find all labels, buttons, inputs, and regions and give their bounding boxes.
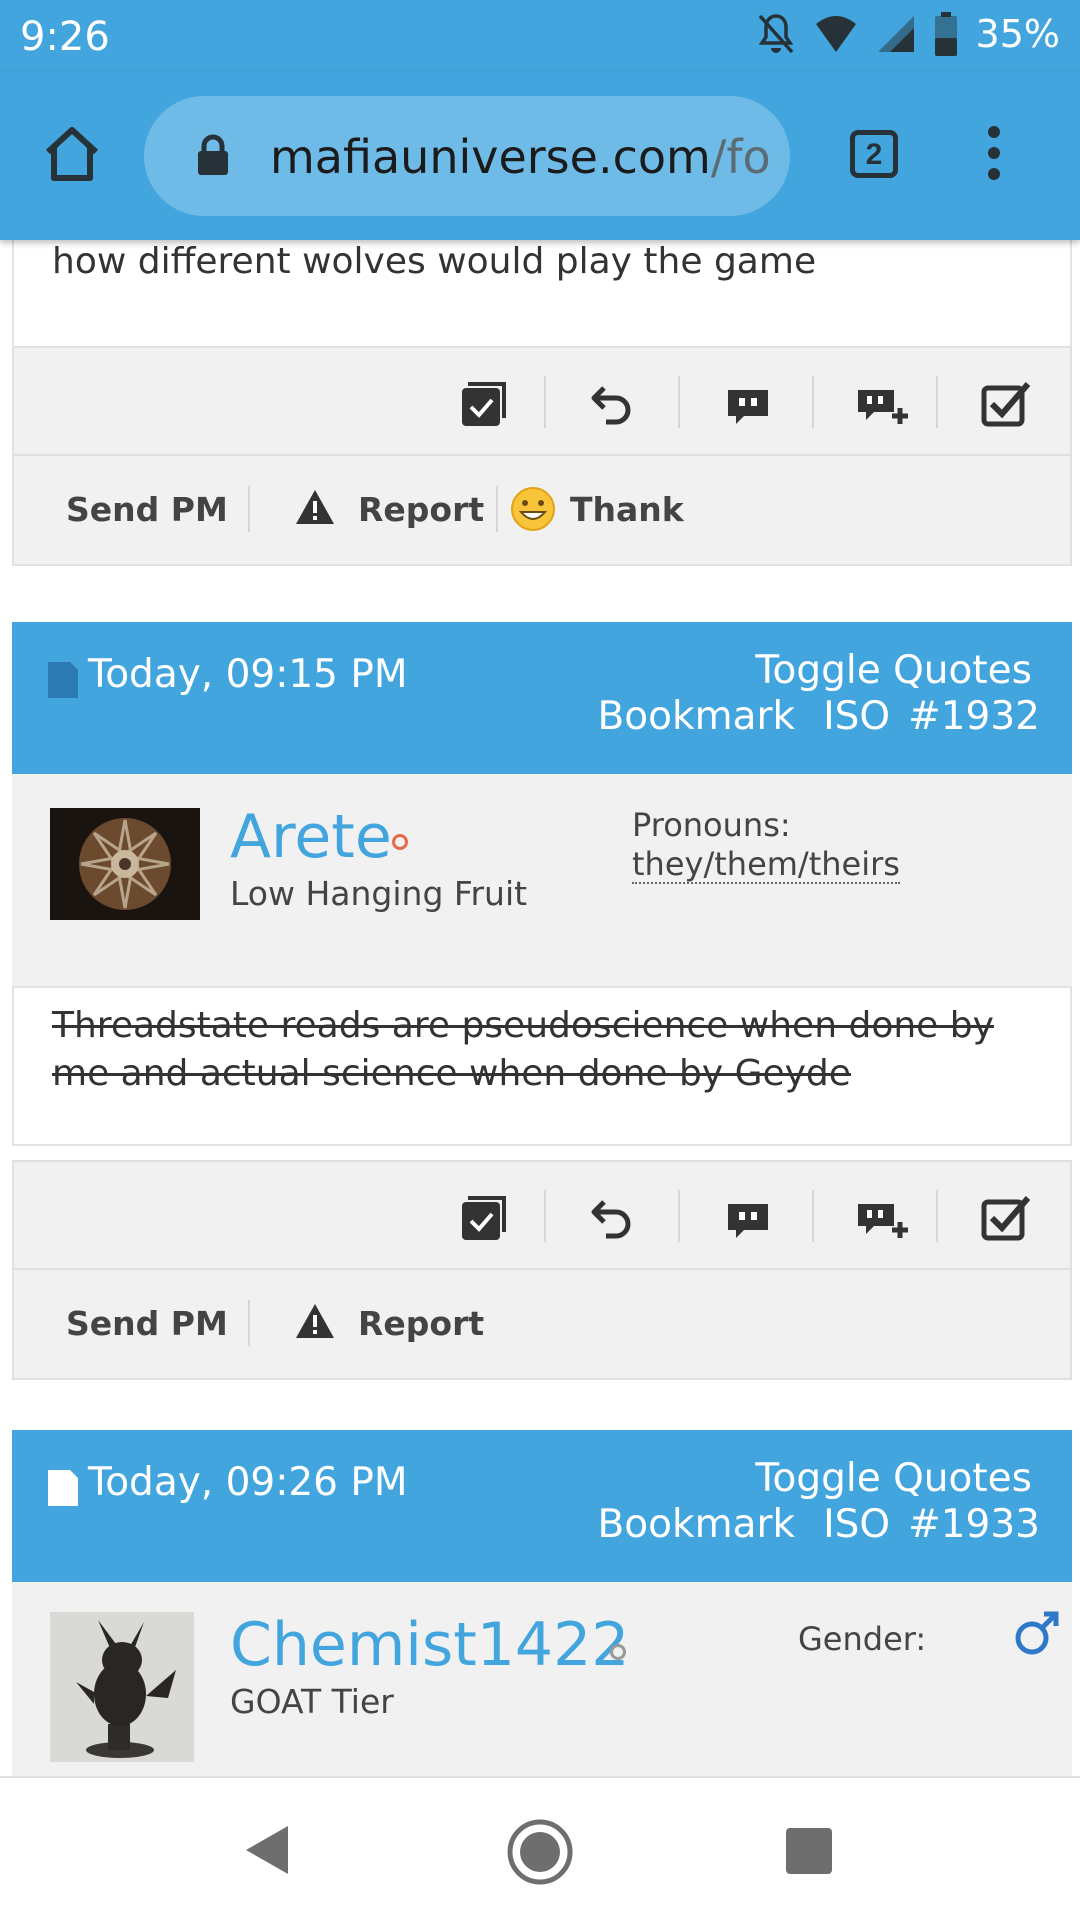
- url-domain: mafiauniverse.com: [270, 130, 711, 184]
- thank-smiley-icon: [511, 487, 555, 531]
- cell-signal-icon: [877, 16, 914, 52]
- home-button[interactable]: [40, 122, 104, 186]
- post-footer: Send PM Report: [12, 1270, 1072, 1380]
- post-unread-document-icon: [48, 1470, 78, 1506]
- thank-button[interactable]: Thank: [570, 490, 684, 529]
- multi-quote-add-icon[interactable]: [856, 378, 908, 430]
- post-body: how different wolves would play the game: [12, 240, 1072, 348]
- multi-quote-checked-icon[interactable]: [458, 378, 510, 430]
- male-symbol-icon: [1015, 1611, 1059, 1655]
- lock-icon: [198, 134, 228, 175]
- post-number-link[interactable]: #1932: [908, 694, 1040, 739]
- offline-status-icon: [392, 834, 408, 850]
- post-links: Bookmark ISO #1933: [570, 1502, 1040, 1547]
- report-button[interactable]: Report: [358, 490, 484, 529]
- battery-level: 35%: [975, 12, 1060, 56]
- clock: 9:26: [20, 14, 110, 60]
- post-text: how different wolves would play the game: [52, 241, 817, 282]
- post-number-link[interactable]: #1933: [908, 1502, 1040, 1547]
- quote-icon[interactable]: [722, 1192, 774, 1244]
- home-nav-icon[interactable]: [506, 1818, 574, 1886]
- quote-icon[interactable]: [722, 378, 774, 430]
- reply-icon[interactable]: [586, 378, 638, 430]
- status-icons: 35%: [756, 12, 1060, 56]
- post-read-document-icon: [48, 662, 78, 698]
- battery-icon: [934, 12, 957, 56]
- bookmark-link[interactable]: Bookmark: [598, 1502, 796, 1547]
- post-text-line-1: Threadstate reads are pseudoscience when…: [52, 1005, 994, 1046]
- post-date: Today, 09:26 PM: [88, 1460, 408, 1505]
- offline-status-icon: [610, 1644, 626, 1660]
- url-path: /foru: [710, 130, 770, 184]
- post-date: Today, 09:15 PM: [88, 652, 408, 697]
- warning-icon: [296, 1304, 334, 1338]
- post-actions: [12, 346, 1072, 456]
- gender-label: Gender:: [798, 1620, 927, 1658]
- overflow-menu-button[interactable]: [988, 126, 1002, 186]
- user-title: Low Hanging Fruit: [230, 874, 528, 913]
- user-title: GOAT Tier: [230, 1682, 394, 1721]
- status-bar: 9:26 35%: [0, 0, 1080, 72]
- system-nav-bar: [0, 1776, 1080, 1922]
- tab-switcher-button[interactable]: 2: [850, 130, 898, 178]
- iso-link[interactable]: ISO: [823, 694, 890, 739]
- report-button[interactable]: Report: [358, 1304, 484, 1343]
- send-pm-button[interactable]: Send PM: [66, 1304, 228, 1343]
- notifications-off-icon: [758, 14, 793, 54]
- select-post-checkbox-icon[interactable]: [980, 378, 1032, 430]
- select-post-checkbox-icon[interactable]: [980, 1192, 1032, 1244]
- multi-quote-checked-icon[interactable]: [458, 1192, 510, 1244]
- back-icon[interactable]: [244, 1824, 290, 1876]
- post-actions: [12, 1160, 1072, 1270]
- wifi-icon: [815, 16, 856, 52]
- warning-icon: [296, 490, 334, 524]
- pronouns-value: they/them/theirs: [632, 845, 900, 884]
- user-info: Arete Low Hanging Fruit Pronouns: they/t…: [12, 774, 1072, 986]
- post-header: Today, 09:15 PM Toggle Quotes Bookmark IS…: [12, 622, 1072, 774]
- browser-toolbar: mafiauniverse.com/foru 2: [0, 72, 1080, 240]
- avatar[interactable]: [50, 1612, 194, 1762]
- post-body: Threadstate reads are pseudoscience when…: [12, 986, 1072, 1146]
- iso-link[interactable]: ISO: [823, 1502, 890, 1547]
- thread-content: how different wolves would play the game…: [0, 240, 1080, 1776]
- bookmark-link[interactable]: Bookmark: [598, 694, 796, 739]
- username-link[interactable]: Arete: [230, 802, 392, 872]
- url-bar[interactable]: mafiauniverse.com/foru: [144, 96, 790, 216]
- post-header: Today, 09:26 PM Toggle Quotes Bookmark IS…: [12, 1430, 1072, 1582]
- reply-icon[interactable]: [586, 1192, 638, 1244]
- post-footer: Send PM Report Thank: [12, 456, 1072, 566]
- recent-apps-icon[interactable]: [786, 1828, 832, 1874]
- username-link[interactable]: Chemist1422: [230, 1610, 629, 1680]
- post-links: Bookmark ISO #1932: [570, 694, 1040, 739]
- toggle-quotes-link[interactable]: Toggle Quotes: [755, 648, 1032, 693]
- send-pm-button[interactable]: Send PM: [66, 490, 228, 529]
- user-info: Chemist1422 GOAT Tier Gender:: [12, 1582, 1072, 1776]
- multi-quote-add-icon[interactable]: [856, 1192, 908, 1244]
- url-text: mafiauniverse.com/foru: [270, 130, 770, 184]
- pronouns-label: Pronouns:: [632, 806, 791, 844]
- toggle-quotes-link[interactable]: Toggle Quotes: [755, 1456, 1032, 1501]
- home-icon: [45, 127, 99, 181]
- avatar[interactable]: [50, 808, 200, 920]
- post-text-line-2: me and actual science when done by Geyde: [52, 1053, 851, 1094]
